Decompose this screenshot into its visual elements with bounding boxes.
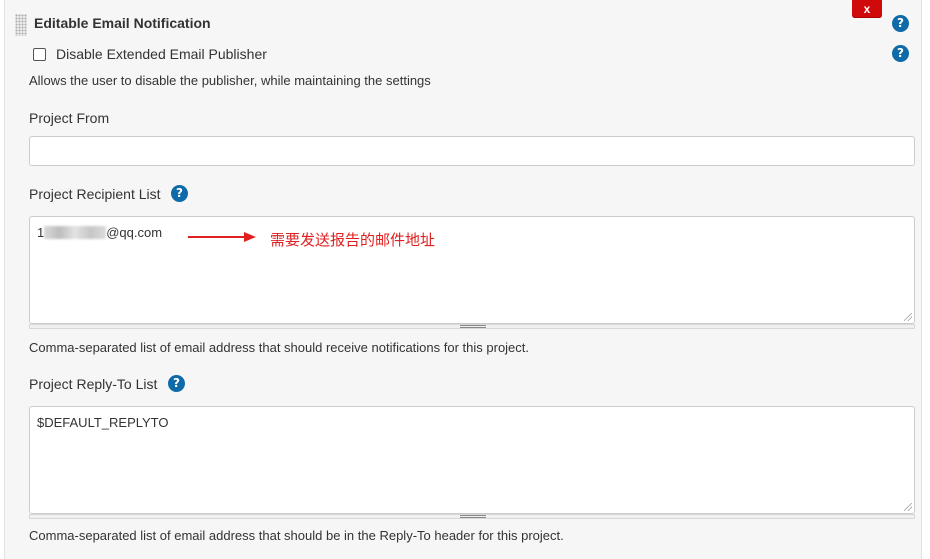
project-from-input[interactable] — [29, 136, 915, 166]
reply-to-resize-bar[interactable] — [29, 514, 915, 519]
recipient-list-textarea[interactable]: 1 @qq.com — [29, 216, 915, 324]
help-icon[interactable]: ? — [171, 185, 188, 202]
disable-publisher-label[interactable]: Disable Extended Email Publisher — [56, 46, 267, 62]
annotation-arrow-icon — [188, 232, 256, 242]
reply-to-description: Comma-separated list of email address th… — [29, 528, 564, 543]
resize-grip-icon[interactable] — [460, 325, 486, 328]
delete-button[interactable]: x — [852, 0, 882, 18]
help-icon[interactable]: ? — [892, 15, 909, 32]
disable-publisher-checkbox[interactable] — [33, 48, 46, 61]
reply-to-label: Project Reply-To List — [29, 376, 158, 392]
recipient-resize-bar[interactable] — [29, 324, 915, 329]
section-title: Editable Email Notification — [34, 15, 211, 31]
annotation-text: 需要发送报告的邮件地址 — [270, 231, 436, 249]
recipient-value-suffix: @qq.com — [106, 225, 163, 240]
recipient-list-description: Comma-separated list of email address th… — [29, 340, 530, 355]
reply-to-textarea[interactable]: $DEFAULT_REPLYTO — [29, 406, 915, 514]
project-from-label: Project From — [29, 110, 110, 126]
resize-corner-icon[interactable] — [904, 313, 912, 321]
recipient-value-prefix: 1 — [37, 225, 45, 240]
redacted-block — [44, 226, 107, 239]
resize-corner-icon[interactable] — [904, 503, 912, 511]
resize-grip-icon[interactable] — [460, 515, 486, 518]
disable-publisher-description: Allows the user to disable the publisher… — [29, 73, 431, 88]
drag-handle-icon[interactable] — [15, 14, 27, 36]
help-icon[interactable]: ? — [892, 45, 909, 62]
recipient-list-label: Project Recipient List — [29, 186, 161, 202]
help-icon[interactable]: ? — [168, 375, 185, 392]
reply-to-value: $DEFAULT_REPLYTO — [37, 415, 169, 430]
